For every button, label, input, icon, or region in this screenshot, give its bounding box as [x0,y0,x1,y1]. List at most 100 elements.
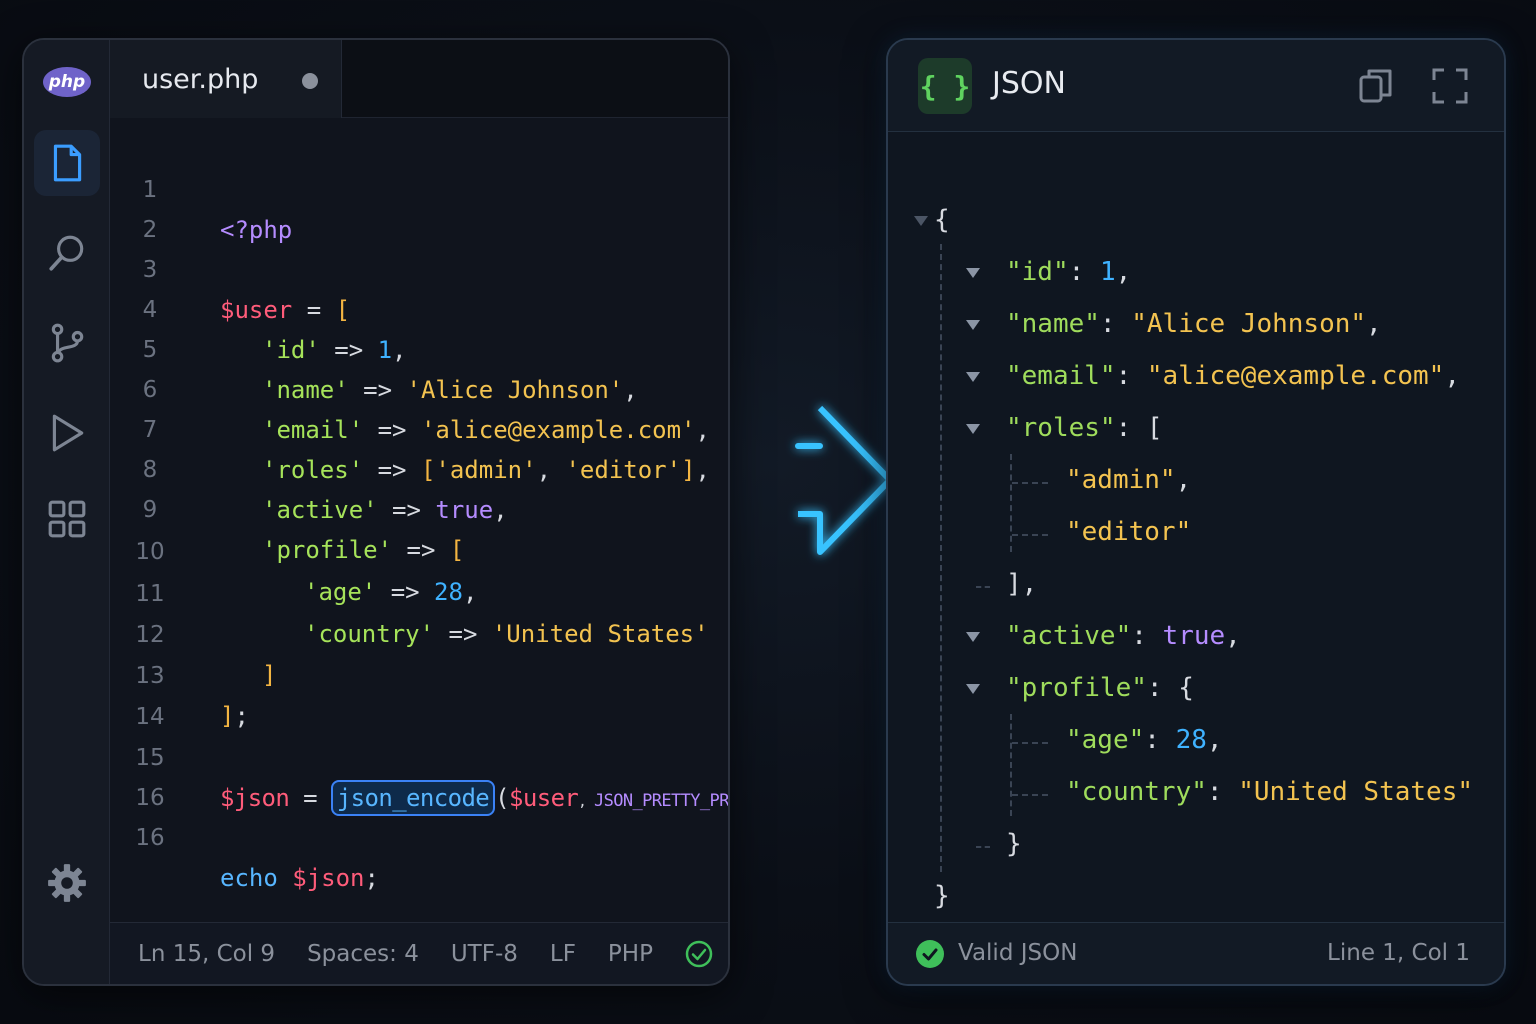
json-key: "name" [1006,309,1100,339]
json-braces-icon: { } [918,58,972,114]
json-line: "name": "Alice Johnson", [1006,309,1382,339]
php-logo: php [43,67,91,97]
code-line: 10 'age' => 28, [110,492,728,606]
json-bracket: ], [1006,569,1038,599]
code-token: ; [364,864,379,892]
code-line: 2 [110,170,728,243]
code-line: 16 [110,738,728,811]
collapse-caret-icon[interactable] [914,216,928,226]
search-icon [49,235,84,271]
json-line: { [934,194,950,246]
indent-guide [1010,714,1012,816]
tree-connector [976,586,990,588]
json-panel-header: { } JSON [888,40,1504,132]
code-line: 13 ]; [110,616,728,730]
code-token: $json [277,864,365,892]
grid-icon [48,500,86,538]
collapse-caret-icon[interactable] [966,372,980,382]
check-circle-icon [685,940,713,967]
json-value: "Alice Johnson" [1131,309,1367,339]
json-line: "email": "alice@example.com", [1006,361,1460,391]
activity-bar: php [24,40,110,984]
line-ending[interactable]: LF [550,941,576,967]
encoding[interactable]: UTF-8 [451,941,518,967]
json-value: "editor" [1066,517,1192,547]
convert-arrow-icon [660,405,893,555]
json-status-bar: Valid JSON Line 1, Col 1 [888,922,1504,984]
collapse-caret-icon[interactable] [966,268,980,278]
indent-setting[interactable]: Spaces: 4 [307,941,419,967]
code-line: 14 [110,657,728,730]
json-key: "profile" [1006,673,1147,703]
copy-icon[interactable] [1356,66,1396,106]
json-line: "roles": [ [1006,413,1163,443]
gear-icon [48,864,86,902]
fullscreen-icon[interactable] [1430,66,1470,106]
json-value: 28 [1175,725,1207,755]
json-key: "age" [1066,725,1145,755]
code-line: 8 'active' => true, [110,410,728,524]
json-line: "active": true, [1006,621,1241,651]
search-button[interactable] [34,220,100,286]
source-control-button[interactable] [34,310,100,376]
json-value: true [1162,621,1226,651]
json-value: "admin" [1066,465,1176,495]
json-value: "United States" [1238,777,1474,807]
json-tree: { "id": 1, "name": "Alice Johnson", "ema… [888,132,1504,922]
code-area[interactable]: 1 <?php 2 3 $user = [ 4 'id' => 1, 5 'na… [110,130,728,920]
json-key: "active" [1006,621,1132,651]
json-line: ], [1006,558,1037,610]
code-line: 12 ] [110,575,728,689]
git-branch-icon [51,323,84,363]
json-key: "roles" [1006,413,1116,443]
editor-status-bar: Ln 15, Col 9 Spaces: 4 UTF-8 LF PHP [110,922,728,984]
json-line: } [1006,818,1022,870]
tab-filename: user.php [142,63,259,95]
tree-connector [1012,534,1048,536]
tree-connector [1012,794,1048,796]
cursor-position[interactable]: Ln 15, Col 9 [138,941,275,967]
indent-guide [1010,454,1012,552]
json-cursor-position[interactable]: Line 1, Col 1 [1327,940,1470,966]
json-line: "country": "United States" [1066,777,1474,807]
json-line: "id": 1, [1006,257,1132,287]
json-line: } [934,870,950,922]
code-line: 16 echo $json; [110,778,728,892]
collapse-caret-icon[interactable] [966,684,980,694]
code-line: 7 'roles' => ['admin', 'editor'], [110,370,728,484]
file-icon [53,144,82,182]
code-line: 1 <?php [110,130,728,244]
explorer-button[interactable] [34,130,100,196]
tree-connector [1012,482,1048,484]
json-brace: } [1006,829,1022,859]
code-line: 3 $user = [ [110,210,728,324]
collapse-caret-icon[interactable] [966,320,980,330]
json-line: "age": 28, [1066,725,1223,755]
json-line: "profile": { [1006,673,1194,703]
collapse-caret-icon[interactable] [966,632,980,642]
json-key: "id" [1006,257,1069,287]
extensions-button[interactable] [34,486,100,552]
json-brace: } [934,881,950,911]
tab-bar: user.php [110,40,728,118]
code-line: 5 'name' => 'Alice Johnson', [110,290,728,404]
tab-user-php[interactable]: user.php [110,40,342,118]
play-icon [52,414,84,452]
json-key: "country" [1066,777,1207,807]
code-editor-window: php user.php 1 <?php 2 3 $user = [4 'id… [22,38,730,986]
json-brace: { [1178,673,1194,703]
line-number: 16 [135,825,165,851]
settings-button[interactable] [34,850,100,916]
valid-check-icon [916,940,944,968]
tree-connector [976,846,990,848]
unsaved-dot-icon[interactable] [302,73,318,89]
code-token: echo [220,864,278,892]
collapse-caret-icon[interactable] [966,424,980,434]
code-line: 6 'email' => 'alice@example.com', [110,330,728,444]
json-preview-panel: { } JSON { "id": 1, "name": "Alice Johns… [886,38,1506,986]
json-value: 1 [1099,257,1116,287]
json-line: "editor" [1066,506,1191,558]
json-panel-title: JSON [992,66,1066,101]
run-button[interactable] [34,400,100,466]
language-mode[interactable]: PHP [608,941,653,967]
